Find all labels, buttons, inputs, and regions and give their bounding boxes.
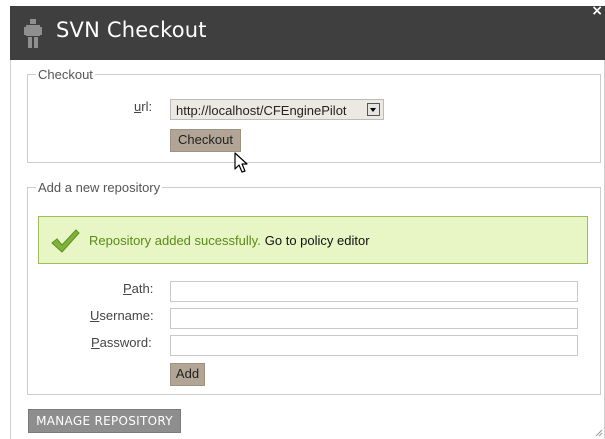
username-label-text: sername: [99, 308, 154, 323]
password-label: Password: [91, 335, 152, 350]
checkout-legend: Checkout [38, 67, 93, 82]
username-input[interactable] [170, 308, 578, 329]
password-label-mnemonic: P [91, 335, 100, 350]
go-to-policy-editor-link[interactable]: Go to policy editor [265, 233, 370, 248]
resize-grip-icon[interactable] [595, 429, 603, 437]
close-icon[interactable]: × [591, 3, 603, 19]
checkout-button[interactable]: Checkout [170, 129, 241, 152]
path-input[interactable] [170, 281, 578, 302]
url-select-value: http://localhost/CFEnginePilot [176, 103, 347, 118]
svn-checkout-dialog: SVN Checkout × Checkout url: http://loca… [0, 0, 605, 439]
password-input[interactable] [170, 335, 578, 356]
dialog-titlebar[interactable]: SVN Checkout × [10, 3, 605, 60]
path-label: Path: [123, 281, 153, 296]
mouse-pointer-icon [234, 152, 248, 173]
add-repository-legend: Add a new repository [38, 180, 161, 195]
path-label-mnemonic: P [123, 281, 132, 296]
checkmark-icon [51, 229, 80, 253]
dialog-title: SVN Checkout [56, 18, 207, 42]
success-message-text: Repository added sucessfully. [89, 233, 261, 248]
username-label: Username: [90, 308, 154, 323]
success-message: Repository added sucessfully. Go to polic… [89, 233, 370, 248]
success-message-box: Repository added sucessfully. Go to polic… [38, 216, 588, 264]
url-label-text: rl: [141, 99, 153, 114]
password-label-text: assword: [99, 335, 152, 350]
username-label-mnemonic: U [90, 308, 100, 323]
path-label-text: ath: [131, 281, 154, 296]
url-select[interactable]: http://localhost/CFEnginePilot [170, 99, 384, 120]
add-button[interactable]: Add [170, 363, 205, 386]
chevron-down-icon[interactable] [367, 103, 380, 116]
manage-repository-button[interactable]: MANAGE REPOSITORY [28, 409, 181, 433]
url-label: url: [134, 99, 152, 114]
robot-icon [24, 19, 42, 48]
